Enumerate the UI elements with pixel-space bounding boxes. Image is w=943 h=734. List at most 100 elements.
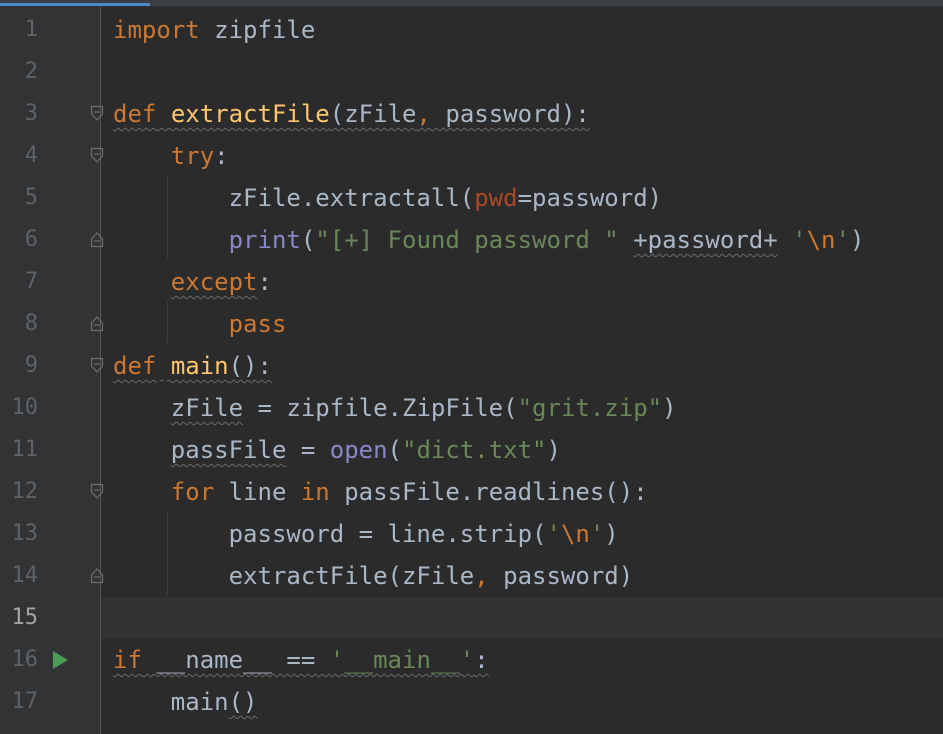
code-token: : [214, 142, 229, 170]
code-token: ( [300, 226, 316, 254]
code-text[interactable]: except: [113, 261, 272, 303]
line-number: 4 [24, 143, 38, 168]
line-number: 10 [11, 395, 39, 420]
code-token: "dict.txt" [402, 436, 547, 464]
code-editor[interactable]: 1 import zipfile 2 3 def extractFile(zFile, … [0, 0, 943, 734]
fold-end-icon[interactable] [90, 315, 104, 332]
active-tab-indicator [0, 3, 150, 6]
code-token: zFile.extractall( [113, 184, 475, 212]
line-number: 1 [24, 17, 38, 42]
code-text[interactable]: zFile.extractall(pwd=password) [113, 177, 663, 219]
code-text[interactable]: zFile = zipfile.ZipFile("grit.zip") [113, 387, 677, 429]
line-number: 8 [24, 311, 38, 336]
code-token: : [474, 646, 489, 674]
fold-open-icon[interactable] [90, 357, 104, 374]
code-text[interactable]: if __name__ == '__main__': [113, 639, 489, 681]
code-token: passFile [170, 436, 287, 464]
line-number: 14 [11, 563, 39, 588]
code-token: ) [546, 436, 561, 464]
code-line[interactable]: 5 zFile.extractall(pwd=password) [0, 177, 943, 219]
line-number: 16 [11, 647, 39, 672]
code-token: zFile [170, 394, 244, 422]
code-text[interactable]: main() [113, 681, 258, 723]
code-text[interactable]: for line in passFile.readlines(): [113, 471, 648, 513]
code-line[interactable]: 6 print("[+] Found password " +password+… [0, 219, 943, 261]
line-number: 9 [24, 353, 38, 378]
line-number: 11 [11, 437, 39, 462]
code-token: import [113, 16, 200, 44]
code-token: = [286, 436, 330, 464]
code-token: (): [228, 352, 272, 380]
fold-open-icon[interactable] [90, 147, 104, 164]
code-text[interactable]: print("[+] Found password " +password+ '… [113, 219, 865, 261]
line-number: 2 [24, 59, 38, 84]
code-line[interactable]: 15 [0, 597, 943, 639]
code-line[interactable]: 8 pass [0, 303, 943, 345]
code-token: \n [806, 226, 836, 254]
code-token: ) [849, 226, 865, 254]
code-line[interactable]: 14 extractFile(zFile, password) [0, 555, 943, 597]
fold-end-icon[interactable] [90, 567, 104, 584]
code-line[interactable]: 12 for line in passFile.readlines(): [0, 471, 943, 513]
code-line[interactable]: 9 def main(): [0, 345, 943, 387]
code-text[interactable]: pass [113, 303, 287, 345]
code-token: for [170, 478, 215, 506]
code-text[interactable]: def main(): [113, 345, 272, 387]
code-token: "grit.zip" [517, 394, 663, 422]
fold-end-icon[interactable] [90, 231, 104, 248]
line-number: 17 [11, 689, 39, 714]
fold-open-icon[interactable] [90, 483, 104, 500]
code-token: open [329, 436, 388, 464]
line-number: 7 [24, 269, 38, 294]
code-token: def [113, 100, 157, 128]
code-token: (zFile [329, 100, 417, 128]
code-token: except [170, 268, 258, 296]
line-number: 12 [11, 479, 39, 504]
code-token: __name__ == [141, 646, 330, 674]
code-token: , [416, 100, 431, 128]
code-line[interactable]: 3 def extractFile(zFile, password): [0, 93, 943, 135]
line-number: 15 [11, 605, 39, 630]
run-icon[interactable] [53, 651, 68, 669]
code-token: ) [662, 394, 677, 422]
code-token: ' [589, 520, 605, 548]
code-token: =password) [517, 184, 663, 212]
code-token: ( [387, 436, 402, 464]
code-text[interactable]: extractFile(zFile, password) [113, 555, 634, 597]
code-token: if [113, 646, 142, 674]
code-token: def [113, 352, 157, 380]
code-line[interactable]: 7 except: [0, 261, 943, 303]
code-token: ) [604, 520, 619, 548]
code-token: main [170, 352, 229, 380]
code-token: () [228, 688, 258, 716]
code-token: \n [560, 520, 590, 548]
code-line[interactable]: 4 try: [0, 135, 943, 177]
code-token: '__main__' [329, 646, 475, 674]
code-text[interactable]: try: [113, 135, 229, 177]
code-line[interactable]: 11 passFile = open("dict.txt") [0, 429, 943, 471]
code-line[interactable]: 16 if __name__ == '__main__': [0, 639, 943, 681]
code-token: line [214, 478, 301, 506]
code-text[interactable]: password = line.strip('\n') [113, 513, 619, 555]
code-token: extractFile(zFile [113, 562, 475, 590]
line-number: 6 [24, 227, 38, 252]
code-token: pwd [474, 184, 518, 212]
code-line[interactable]: 17 main() [0, 681, 943, 723]
code-text[interactable]: def extractFile(zFile, password): [113, 93, 590, 135]
line-number: 13 [11, 521, 39, 546]
code-text[interactable]: passFile = open("dict.txt") [113, 429, 561, 471]
code-line[interactable]: 2 [0, 51, 943, 93]
fold-open-icon[interactable] [90, 105, 104, 122]
code-line[interactable]: 13 password = line.strip('\n') [0, 513, 943, 555]
code-token: zipfile [199, 16, 316, 44]
code-text[interactable]: import zipfile [113, 9, 315, 51]
code-line[interactable]: 10 zFile = zipfile.ZipFile("grit.zip") [0, 387, 943, 429]
code-line[interactable]: 1 import zipfile [0, 9, 943, 51]
code-token: = zipfile.ZipFile( [243, 394, 518, 422]
